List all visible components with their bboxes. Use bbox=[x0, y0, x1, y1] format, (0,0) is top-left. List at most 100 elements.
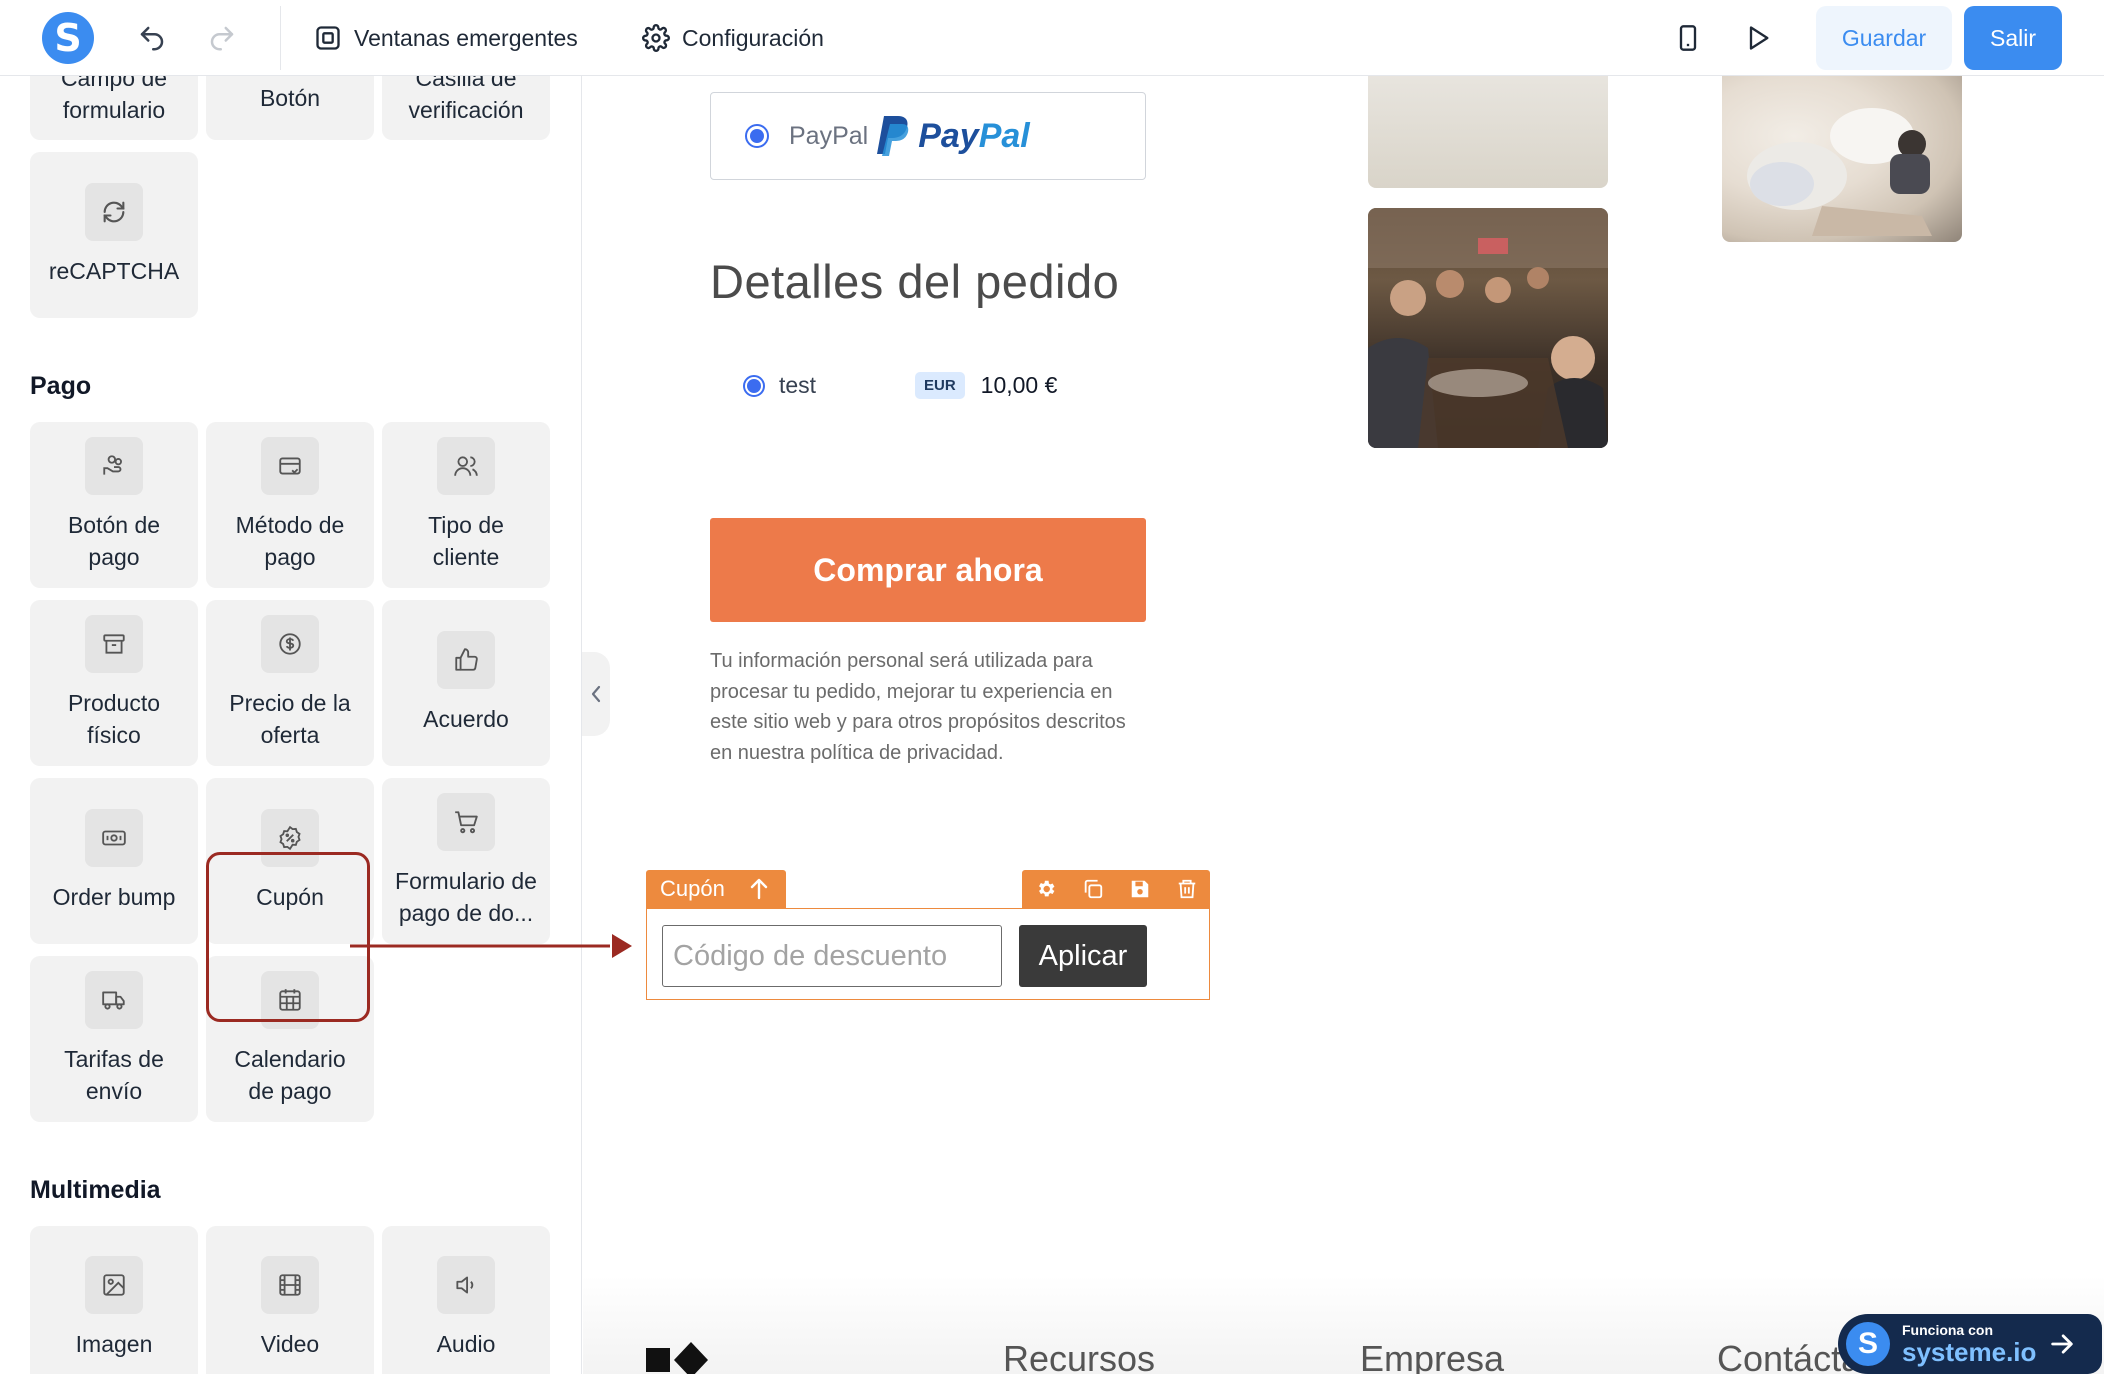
paypal-wordmark-a: Pay bbox=[918, 116, 979, 155]
family-photo-illustration bbox=[1747, 108, 1932, 236]
paypal-wordmark: PayPal bbox=[918, 117, 1030, 156]
users-icon bbox=[437, 437, 495, 495]
paypal-payment-option[interactable]: PayPal PayPal bbox=[710, 92, 1146, 180]
save-block-icon[interactable] bbox=[1129, 878, 1151, 900]
element-label: Botón de pago bbox=[67, 512, 161, 570]
gear-icon[interactable] bbox=[1035, 878, 1057, 900]
element-payment-method[interactable]: Método de pago bbox=[206, 422, 374, 588]
element-video[interactable]: Video bbox=[206, 1226, 374, 1374]
paypal-label: PayPal bbox=[789, 121, 869, 150]
element-label: Tipo de cliente bbox=[428, 512, 504, 570]
exit-button[interactable]: Salir bbox=[1964, 6, 2062, 70]
truck-icon bbox=[85, 971, 143, 1029]
element-label: Producto físico bbox=[67, 690, 161, 748]
popups-label: Ventanas emergentes bbox=[354, 24, 578, 51]
paypal-logo: PayPal bbox=[874, 114, 1030, 158]
element-label: Precio de la oferta bbox=[229, 690, 351, 748]
mobile-preview-icon[interactable] bbox=[1670, 20, 1706, 56]
settings-label: Configuración bbox=[682, 24, 824, 51]
section-title-payment: Pago bbox=[30, 372, 92, 400]
banknote-icon bbox=[85, 809, 143, 867]
dinner-photo-illustration bbox=[1368, 208, 1608, 448]
collapse-sidebar-button[interactable] bbox=[582, 652, 610, 736]
arrow-up-icon[interactable] bbox=[749, 878, 769, 900]
top-toolbar: S Ventanas emergentes Configuración Guar… bbox=[0, 0, 2104, 76]
privacy-notice: Tu información personal será utilizada p… bbox=[710, 650, 1126, 764]
popups-menu[interactable]: Ventanas emergentes bbox=[314, 18, 578, 58]
element-label: Calendario de pago bbox=[234, 1046, 346, 1104]
element-label: Método de pago bbox=[235, 512, 345, 570]
paypal-wordmark-b: Pal bbox=[978, 116, 1030, 155]
systeme-logo[interactable]: S bbox=[42, 12, 94, 64]
element-offer-price[interactable]: Precio de la oferta bbox=[206, 600, 374, 766]
editor-canvas: PayPal PayPal Detalles del pedido test E… bbox=[583, 76, 2104, 1374]
gallery-image-dinner[interactable] bbox=[1368, 208, 1608, 448]
coupon-element[interactable]: Código de descuento Aplicar bbox=[646, 908, 1210, 1000]
settings-menu[interactable]: Configuración bbox=[642, 18, 824, 58]
element-checkbox[interactable]: Casilla de verificación bbox=[382, 76, 550, 140]
product-name: test bbox=[779, 372, 817, 398]
footer-logo bbox=[646, 1340, 716, 1374]
toolbar-divider bbox=[280, 6, 281, 70]
footer-link-company[interactable]: Empresa bbox=[1360, 1338, 1504, 1374]
element-shipping-rates[interactable]: Tarifas de envío bbox=[30, 956, 198, 1122]
gallery-image-family[interactable] bbox=[1722, 76, 1962, 242]
section-title-media: Multimedia bbox=[30, 1176, 161, 1204]
badge-line1: Funciona con bbox=[1902, 1322, 1993, 1338]
element-payment-form[interactable]: Formulario de pago de do... bbox=[382, 778, 550, 944]
coupon-tag-label: Cupón bbox=[660, 876, 725, 901]
refresh-icon bbox=[85, 183, 143, 241]
gear-icon bbox=[642, 24, 670, 52]
systeme-badge-logo: S bbox=[1846, 1322, 1890, 1366]
badge-line2: systeme.io bbox=[1902, 1337, 2037, 1367]
elements-sidebar: Campo de formulario Botón Casilla de ver… bbox=[0, 76, 582, 1374]
footer-link-resources[interactable]: Recursos bbox=[1003, 1338, 1155, 1374]
film-icon bbox=[261, 1256, 319, 1314]
coupon-apply-button[interactable]: Aplicar bbox=[1019, 925, 1147, 987]
coupon-element-toolbar bbox=[1022, 870, 1210, 908]
coupon-element-tag[interactable]: Cupón bbox=[646, 870, 786, 908]
element-label: reCAPTCHA bbox=[48, 258, 180, 284]
paypal-p-icon bbox=[877, 116, 909, 156]
duplicate-icon[interactable] bbox=[1082, 878, 1104, 900]
thumbs-up-icon bbox=[437, 631, 495, 689]
element-audio[interactable]: Audio bbox=[382, 1226, 550, 1374]
buy-now-button[interactable]: Comprar ahora bbox=[710, 518, 1146, 622]
product-price: 10,00 € bbox=[980, 372, 1058, 398]
element-label: Campo de formulario bbox=[60, 76, 168, 123]
paypal-radio[interactable] bbox=[745, 124, 769, 148]
trash-icon[interactable] bbox=[1176, 878, 1198, 900]
element-label: Audio bbox=[436, 1331, 496, 1357]
arrow-right-icon bbox=[2051, 1334, 2074, 1354]
element-label: Formulario de pago de do... bbox=[395, 868, 537, 926]
element-customer-type[interactable]: Tipo de cliente bbox=[382, 422, 550, 588]
element-label: Tarifas de envío bbox=[64, 1046, 164, 1104]
order-details-heading: Detalles del pedido bbox=[710, 255, 1120, 308]
credit-card-icon bbox=[261, 437, 319, 495]
gallery-image-top-left[interactable] bbox=[1368, 76, 1608, 188]
cart-icon bbox=[437, 793, 495, 851]
element-agreement[interactable]: Acuerdo bbox=[382, 600, 550, 766]
play-preview-icon[interactable] bbox=[1740, 20, 1776, 56]
dollar-icon bbox=[261, 615, 319, 673]
element-order-bump[interactable]: Order bump bbox=[30, 778, 198, 944]
popup-window-icon bbox=[316, 26, 340, 50]
save-button[interactable]: Guardar bbox=[1816, 6, 1952, 70]
product-radio[interactable] bbox=[743, 374, 765, 397]
powered-by-badge[interactable]: S Funciona con systeme.io bbox=[1838, 1314, 2102, 1374]
element-form-field[interactable]: Campo de formulario bbox=[30, 76, 198, 140]
element-label: Botón bbox=[259, 85, 321, 111]
element-physical-product[interactable]: Producto físico bbox=[30, 600, 198, 766]
element-recaptcha[interactable]: reCAPTCHA bbox=[30, 152, 198, 318]
element-button[interactable]: Botón bbox=[206, 76, 374, 140]
element-image[interactable]: Imagen bbox=[30, 1226, 198, 1374]
chevron-left-icon bbox=[591, 685, 601, 703]
redo-icon[interactable] bbox=[204, 20, 240, 56]
box-icon bbox=[85, 615, 143, 673]
element-payment-button[interactable]: Botón de pago bbox=[30, 422, 198, 588]
order-product-row[interactable]: test EUR 10,00 € bbox=[743, 372, 1143, 399]
element-label: Imagen bbox=[75, 1331, 153, 1357]
coupon-code-input[interactable]: Código de descuento bbox=[662, 925, 1002, 987]
undo-icon[interactable] bbox=[134, 20, 170, 56]
element-label: Casilla de verificación bbox=[408, 76, 524, 123]
